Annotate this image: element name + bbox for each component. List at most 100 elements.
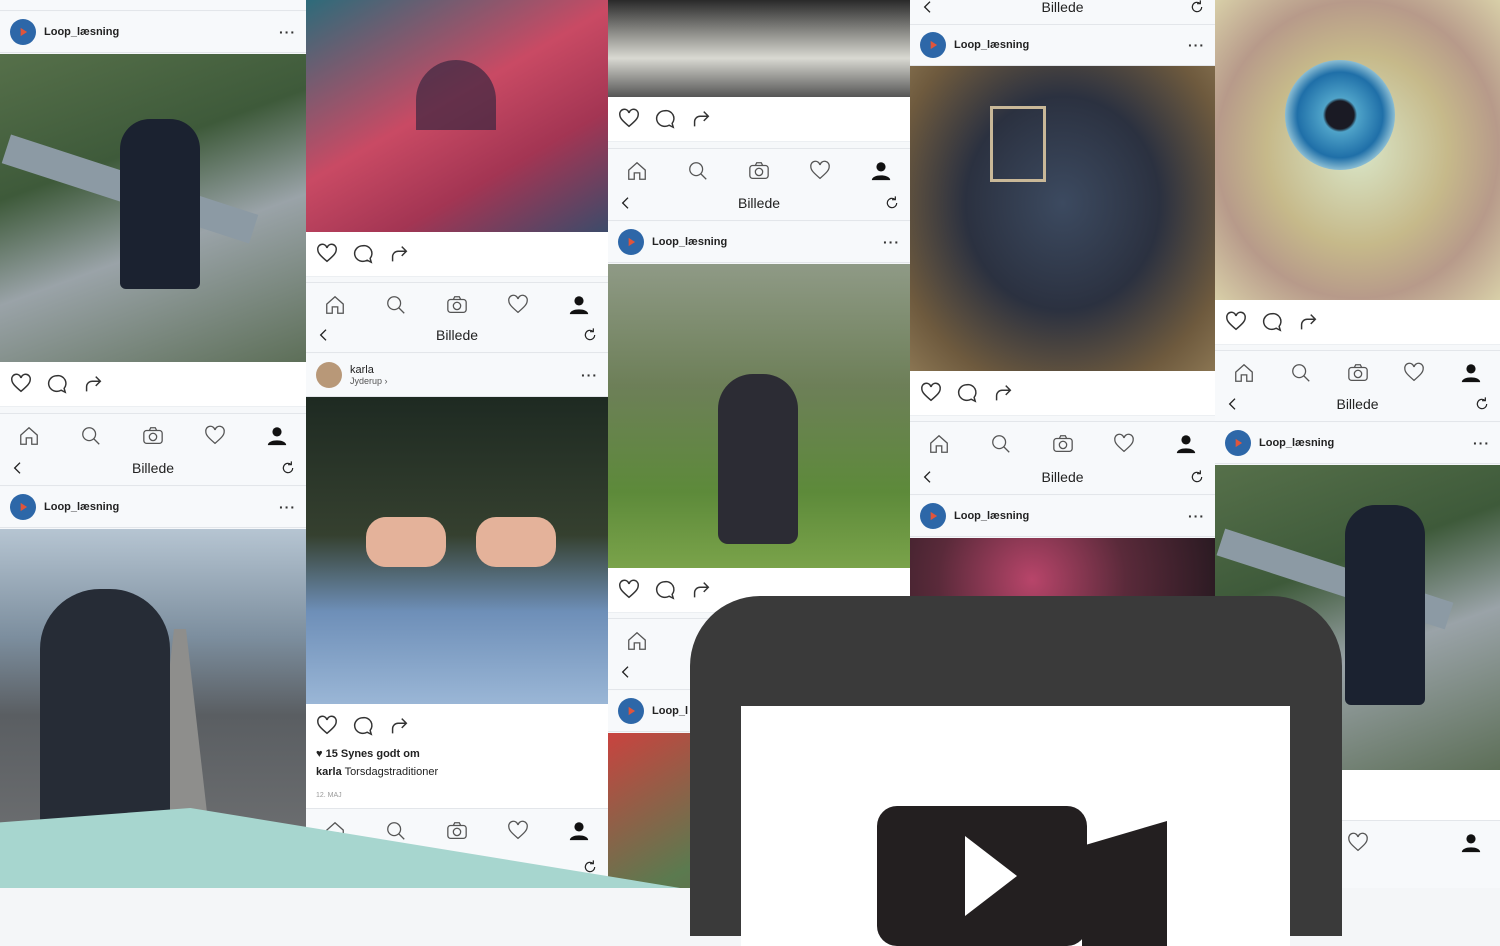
more-options-button[interactable]: ··· [1188,508,1205,524]
share-icon[interactable] [992,382,1014,404]
avatar[interactable] [618,229,644,255]
home-icon[interactable] [626,630,648,652]
share-icon[interactable] [388,243,410,265]
screen-title: Billede [1041,469,1084,485]
comment-icon[interactable] [956,382,978,404]
username[interactable]: Loop_læsning [954,39,1029,51]
username[interactable]: Loop_læsning [44,26,119,38]
comment-icon[interactable] [352,715,374,737]
camera-icon[interactable] [1347,362,1369,384]
share-icon[interactable] [1297,311,1319,333]
activity-heart-icon[interactable] [204,425,226,447]
activity-heart-icon[interactable] [1113,433,1135,455]
back-icon[interactable] [316,327,332,343]
username[interactable]: karla [350,364,388,376]
comment-icon[interactable] [654,108,676,130]
share-icon[interactable] [690,579,712,601]
refresh-icon[interactable] [1474,396,1490,412]
home-icon[interactable] [324,294,346,316]
username[interactable]: Loop_læsning [954,510,1029,522]
more-options-button[interactable]: ··· [883,234,900,250]
profile-icon[interactable] [568,820,590,842]
heart-icon[interactable] [316,715,338,737]
more-options-button[interactable]: ··· [1188,37,1205,53]
profile-icon[interactable] [266,425,288,447]
comment-icon[interactable] [352,243,374,265]
post-header: Loop_læsning ··· [608,222,910,263]
comment-icon[interactable] [46,373,68,395]
search-icon[interactable] [687,160,709,182]
heart-icon[interactable] [316,243,338,265]
activity-heart-icon[interactable] [1403,362,1425,384]
activity-heart-icon[interactable] [507,294,529,316]
camera-icon[interactable] [446,294,468,316]
heart-icon[interactable] [920,382,942,404]
refresh-icon[interactable] [1189,469,1205,485]
refresh-icon[interactable] [582,327,598,343]
back-icon[interactable] [1225,396,1241,412]
search-icon[interactable] [990,433,1012,455]
avatar[interactable] [1225,430,1251,456]
refresh-icon[interactable] [884,195,900,211]
avatar[interactable] [920,32,946,58]
eye-iris [1285,60,1395,170]
comment-icon[interactable] [654,579,676,601]
screen-title: Billede [1336,396,1379,412]
activity-heart-icon[interactable] [809,160,831,182]
home-icon[interactable] [1233,362,1255,384]
home-icon[interactable] [928,433,950,455]
avatar[interactable] [10,494,36,520]
share-icon[interactable] [82,373,104,395]
search-icon[interactable] [385,820,407,842]
camera-icon[interactable] [142,425,164,447]
home-icon[interactable] [626,160,648,182]
back-icon[interactable] [10,460,26,476]
search-icon[interactable] [385,294,407,316]
back-icon[interactable] [920,0,936,15]
caption-user[interactable]: karla [316,766,342,778]
profile-icon[interactable] [870,160,892,182]
username[interactable]: Loop_l [652,705,688,717]
username[interactable]: Loop_læsning [652,236,727,248]
camera-icon[interactable] [748,160,770,182]
refresh-icon[interactable] [280,460,296,476]
search-icon[interactable] [1290,362,1312,384]
likes-count[interactable]: ♥ 15 Synes godt om [316,748,598,760]
heart-icon[interactable] [618,579,640,601]
post-header: Loop_læsning ··· [0,12,306,53]
avatar[interactable] [10,19,36,45]
camera-icon[interactable] [1052,433,1074,455]
location-label[interactable]: Jyderup › [350,376,388,386]
avatar[interactable] [920,503,946,529]
back-icon[interactable] [618,195,634,211]
share-icon[interactable] [690,108,712,130]
search-icon[interactable] [80,425,102,447]
camera-icon[interactable] [446,820,468,842]
heart-icon[interactable] [618,108,640,130]
video-camera-icon[interactable] [877,806,1167,946]
activity-heart-icon[interactable] [507,820,529,842]
back-icon[interactable] [618,664,634,680]
profile-icon[interactable] [1460,832,1482,854]
comment-icon[interactable] [1261,311,1283,333]
avatar[interactable] [618,698,644,724]
profile-icon[interactable] [1460,362,1482,384]
activity-heart-icon[interactable] [1347,832,1369,854]
profile-icon[interactable] [1175,433,1197,455]
heart-icon[interactable] [10,373,32,395]
avatar[interactable] [316,362,342,388]
video-card[interactable] [690,596,1342,946]
profile-icon[interactable] [568,294,590,316]
share-icon[interactable] [388,715,410,737]
more-options-button[interactable]: ··· [581,367,598,383]
username[interactable]: Loop_læsning [44,501,119,513]
refresh-icon[interactable] [1189,0,1205,15]
more-options-button[interactable]: ··· [1473,435,1490,451]
home-icon[interactable] [18,425,40,447]
post-photo [608,264,910,568]
back-icon[interactable] [920,469,936,485]
heart-icon[interactable] [1225,311,1247,333]
more-options-button[interactable]: ··· [279,499,296,515]
more-options-button[interactable]: ··· [279,24,296,40]
username[interactable]: Loop_læsning [1259,437,1334,449]
